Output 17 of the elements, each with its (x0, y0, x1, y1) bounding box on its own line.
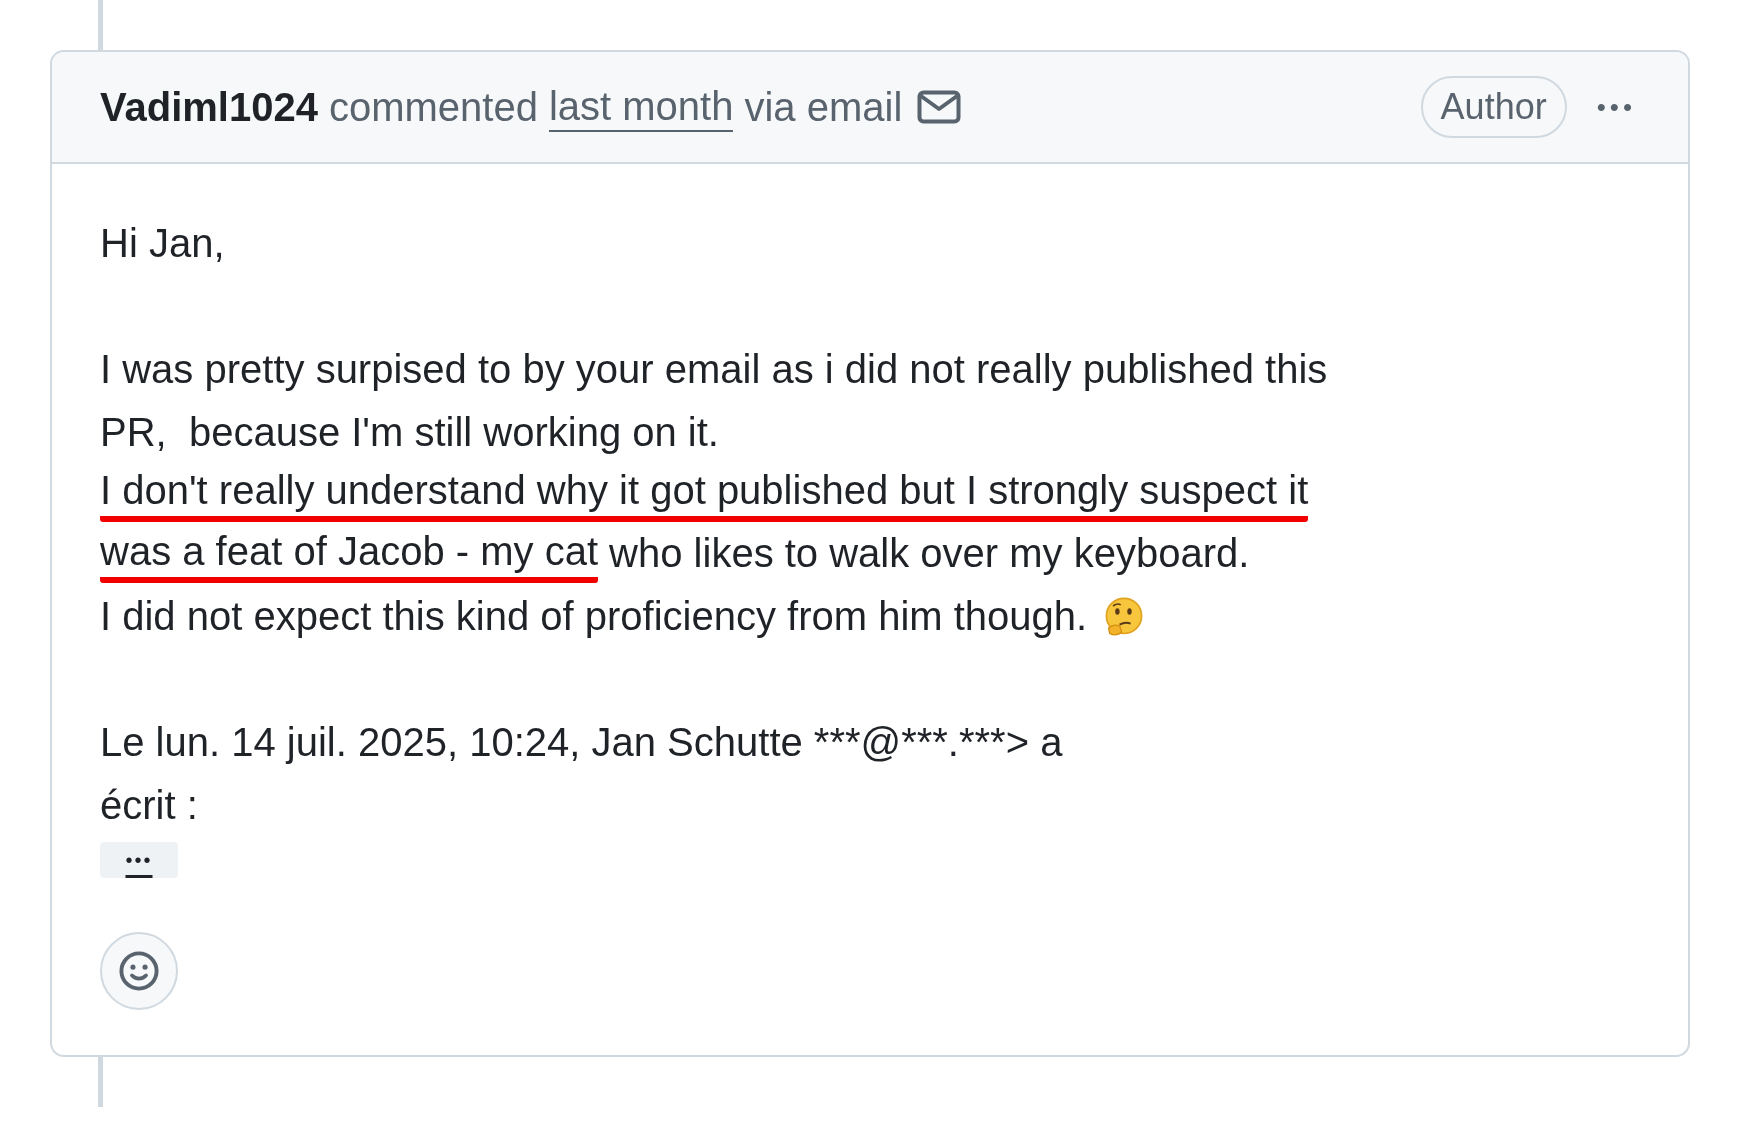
comment-text: I did not expect this kind of proficiency from him though. (100, 585, 1147, 648)
comment-text: Hi Jan, (100, 220, 225, 267)
comment-text: écrit : (100, 782, 198, 829)
comment-text: Le lun. 14 juil. 2025, 10:24, Jan Schutte ***@***.***> a (100, 719, 1063, 766)
comment-text: PR, because I'm still working on it. (100, 409, 719, 456)
comment-text: was a feat of Jacob - my cat who likes to walk over my keyboard. (100, 522, 1250, 585)
comment-action: commented (328, 84, 538, 130)
more-options-button[interactable]: ••• (1592, 87, 1640, 127)
comment-text: I was pretty surpised to by your email as i did not really published this (100, 346, 1328, 393)
show-quoted-button[interactable]: ••• (100, 842, 178, 878)
author-name[interactable]: Vadiml1024 (100, 84, 318, 130)
comment-text: I don't really understand why it got published but I strongly suspect it (100, 464, 1309, 522)
author-badge: Author (1420, 76, 1567, 138)
comment-source: via email (744, 84, 903, 130)
mail-icon (917, 90, 962, 124)
timestamp-link[interactable]: last month (548, 82, 734, 132)
smiley-icon (117, 949, 161, 993)
